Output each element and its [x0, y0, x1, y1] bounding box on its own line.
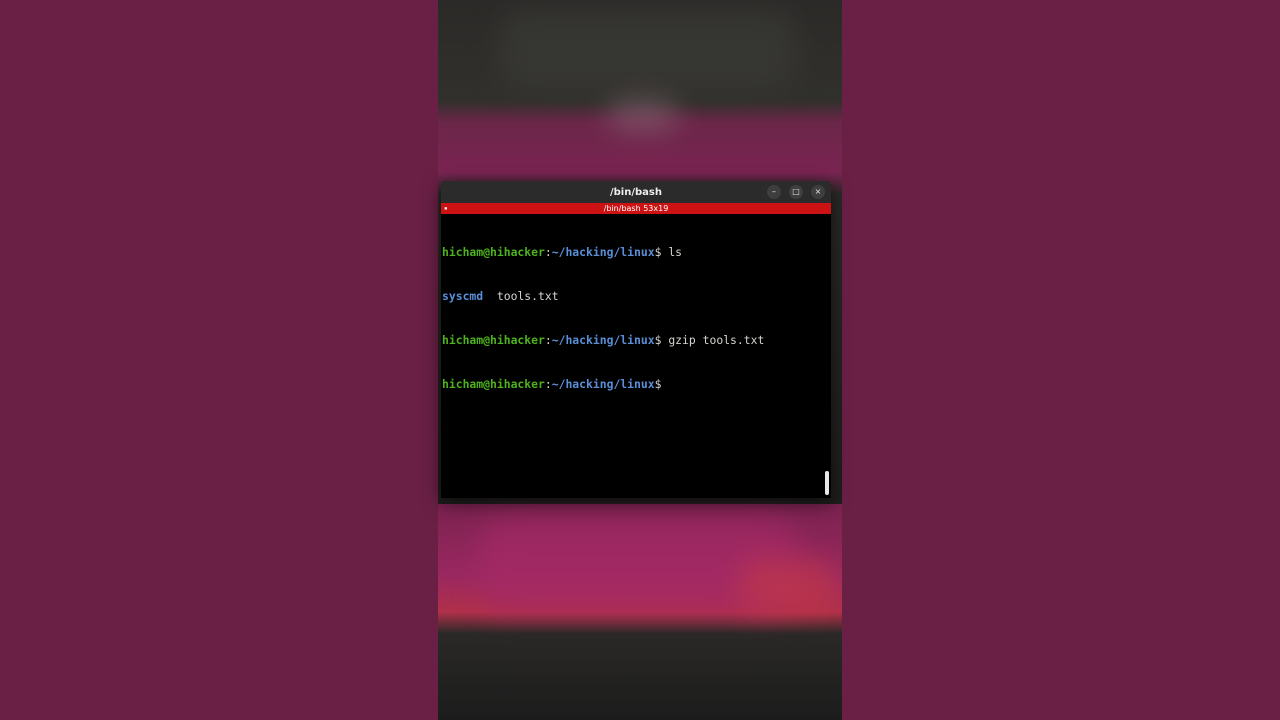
- terminal-line: hicham@hihacker:~/hacking/linux$ ls: [442, 245, 830, 260]
- prompt-symbol: $: [654, 245, 669, 260]
- terminal-window[interactable]: /bin/bash – □ × ▪ /bin/bash 53x19 hicham…: [441, 181, 831, 498]
- background-blur: [738, 560, 838, 610]
- terminal-line: hicham@hihacker:~/hacking/linux$ gzip to…: [442, 333, 830, 348]
- terminal-screen[interactable]: hicham@hihacker:~/hacking/linux$ ls sysc…: [441, 214, 831, 498]
- background-blur: [498, 10, 798, 90]
- minimize-icon[interactable]: –: [767, 185, 781, 199]
- prompt-path: ~/hacking/linux: [551, 376, 655, 391]
- background-blur: [608, 100, 678, 130]
- prompt-symbol: $: [654, 376, 662, 391]
- tab-icon: ▪: [444, 205, 448, 212]
- close-icon[interactable]: ×: [811, 185, 825, 199]
- window-controls: – □ ×: [767, 185, 825, 199]
- command-text: gzip tools.txt: [668, 332, 765, 347]
- tab-label: /bin/bash 53x19: [603, 204, 669, 213]
- terminal-line: hicham@hihacker:~/hacking/linux$: [442, 377, 830, 392]
- window-title: /bin/bash: [610, 186, 662, 198]
- window-titlebar[interactable]: /bin/bash – □ ×: [441, 181, 831, 203]
- command-text: ls: [668, 245, 683, 260]
- terminal-tab[interactable]: ▪ /bin/bash 53x19: [441, 203, 831, 214]
- output-text: tools.txt: [483, 288, 559, 303]
- prompt-separator: :: [544, 332, 552, 347]
- prompt-separator: :: [544, 245, 552, 260]
- prompt-separator: :: [544, 376, 552, 391]
- prompt-path: ~/hacking/linux: [551, 332, 655, 347]
- prompt-user: hicham@hihacker: [442, 376, 545, 391]
- prompt-path: ~/hacking/linux: [551, 245, 655, 260]
- prompt-symbol: $: [654, 332, 669, 347]
- terminal-line: syscmd tools.txt: [442, 289, 830, 304]
- prompt-user: hicham@hihacker: [442, 332, 545, 347]
- scrollbar-thumb[interactable]: [825, 471, 829, 495]
- maximize-icon[interactable]: □: [789, 185, 803, 199]
- output-directory: syscmd: [442, 288, 484, 303]
- prompt-user: hicham@hihacker: [442, 245, 545, 260]
